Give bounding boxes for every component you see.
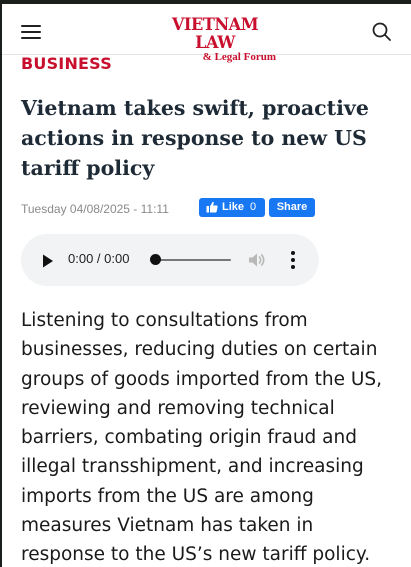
site-logo[interactable]: VIETNAM LAW & Legal Forum	[152, 16, 278, 63]
publish-date: Tuesday 04/08/2025 - 11:11	[21, 202, 169, 216]
article-page: VIETNAM LAW & Legal Forum BUSINESS Vietn…	[2, 4, 411, 567]
thumbs-up-icon	[206, 201, 218, 220]
more-options-icon[interactable]	[290, 251, 296, 269]
article-lead: Listening to consultations from business…	[21, 310, 383, 566]
category-link[interactable]: BUSINESS	[21, 54, 112, 73]
hamburger-menu-icon[interactable]	[21, 25, 41, 39]
play-icon[interactable]	[42, 253, 54, 272]
logo-sub-text: & Legal Forum	[202, 51, 276, 63]
audio-time: 0:00 / 0:00	[68, 251, 130, 266]
facebook-share-button[interactable]: Share	[269, 198, 315, 217]
audio-player: 0:00 / 0:00	[21, 234, 319, 286]
seek-track	[155, 259, 231, 261]
seek-slider[interactable]	[150, 254, 231, 265]
like-count: 0	[250, 201, 257, 213]
site-header: VIETNAM LAW & Legal Forum	[2, 4, 411, 63]
volume-icon[interactable]	[248, 252, 266, 272]
logo-main-text: VIETNAM LAW	[171, 15, 259, 53]
search-icon[interactable]	[371, 21, 393, 43]
seek-handle[interactable]	[150, 254, 161, 265]
facebook-like-button[interactable]: Like 0	[199, 198, 265, 217]
like-label: Like	[222, 201, 245, 213]
article-title: Vietnam takes swift, proactive actions i…	[21, 96, 369, 180]
